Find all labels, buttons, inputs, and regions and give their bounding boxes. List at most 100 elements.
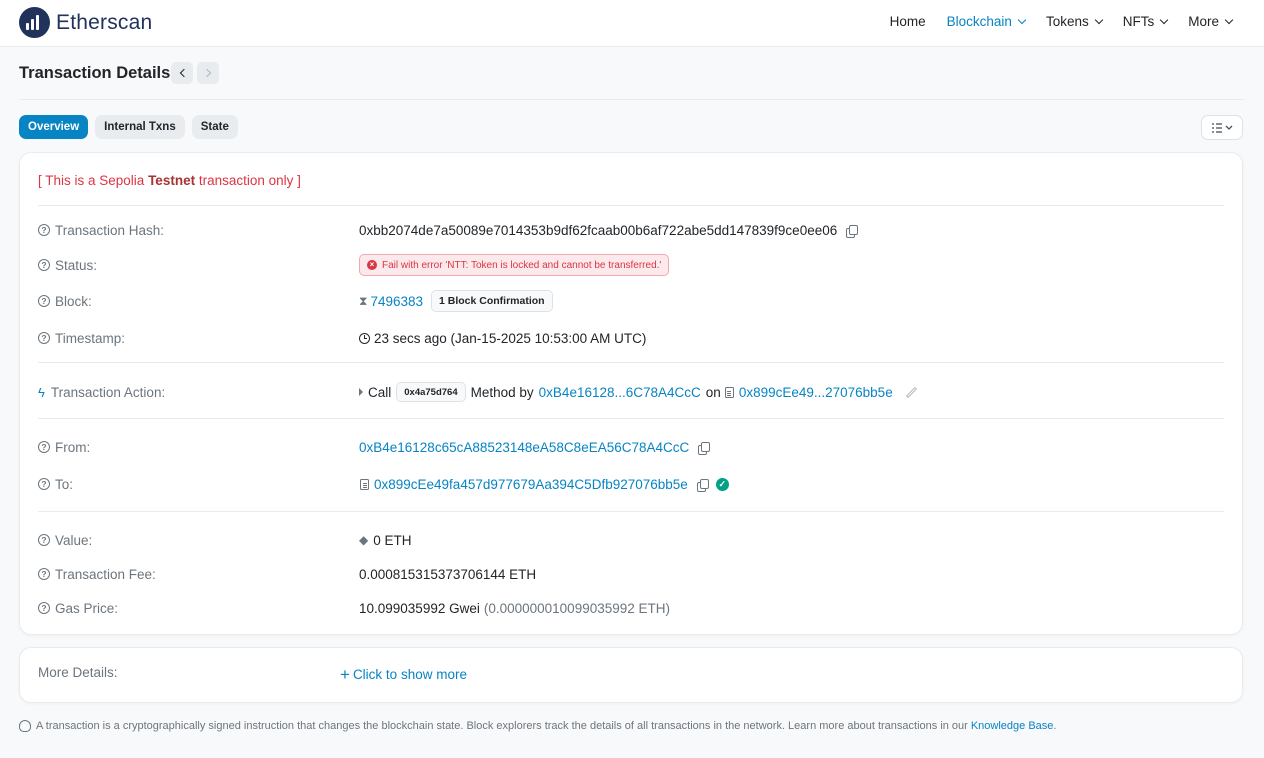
next-transaction-button[interactable] bbox=[197, 62, 219, 84]
row-block: ? Block: ⧗ 7496383 1 Block Confirmation bbox=[38, 290, 1224, 312]
more-details-card: More Details: + Click to show more bbox=[19, 647, 1243, 703]
nav-tokens[interactable]: Tokens bbox=[1045, 14, 1103, 29]
help-circle-icon[interactable]: ? bbox=[38, 224, 50, 236]
action-call-text: Call bbox=[368, 384, 392, 400]
show-more-label: Click to show more bbox=[352, 667, 467, 682]
knowledge-base-link[interactable]: Knowledge Base bbox=[971, 720, 1054, 732]
previous-transaction-button[interactable] bbox=[171, 62, 193, 84]
value-label: Value: bbox=[55, 532, 93, 548]
bolt-icon: ϟ bbox=[38, 384, 45, 400]
help-circle-icon[interactable]: ? bbox=[38, 534, 50, 546]
chevron-right-icon bbox=[202, 68, 211, 78]
footer-end: . bbox=[1053, 720, 1057, 732]
chevron-down-icon bbox=[1094, 15, 1103, 24]
help-circle-icon[interactable]: ? bbox=[38, 568, 50, 580]
transaction-fee-value: 0.000815315373706144 ETH bbox=[359, 566, 537, 582]
copy-icon[interactable] bbox=[846, 224, 859, 238]
help-circle-icon[interactable]: ? bbox=[38, 441, 50, 453]
testnet-notice: [ This is a Sepolia Testnet transaction … bbox=[38, 173, 301, 188]
row-to: ? To: 0x899cEe49fa457d977679Aa394C5Dfb927… bbox=[38, 473, 1224, 495]
chevron-down-icon bbox=[1159, 15, 1169, 24]
section-divider bbox=[38, 511, 1224, 512]
row-transaction-hash: ? Transaction Hash: 0xbb2074de7a50089e701… bbox=[38, 219, 1224, 241]
footer-note: A transaction is a cryptographically sig… bbox=[19, 720, 1056, 732]
status-label: Status: bbox=[55, 257, 98, 273]
more-details-label: More Details: bbox=[38, 665, 118, 680]
testnet-notice-prefix: [ This is a Sepolia bbox=[38, 173, 149, 188]
document-icon bbox=[724, 386, 734, 398]
copy-icon[interactable] bbox=[698, 441, 711, 455]
row-status: ? Status: × Fail with error 'NTT: Token is… bbox=[38, 254, 1224, 276]
nav-home[interactable]: Home bbox=[890, 14, 926, 29]
etherscan-logo[interactable]: Etherscan bbox=[19, 7, 152, 38]
section-divider bbox=[38, 205, 1224, 206]
from-address-link[interactable]: 0xB4e16128c65cA88523148eA58C8eEA56C78A4C… bbox=[359, 440, 689, 455]
copy-icon[interactable] bbox=[696, 478, 709, 492]
status-badge: × Fail with error 'NTT: Token is locked a… bbox=[359, 254, 670, 276]
row-from: ? From: 0xB4e16128c65cA88523148eA58C8eEA5… bbox=[38, 436, 1224, 458]
to-address-link[interactable]: 0x899cEe49fa457d977679Aa394C5Dfb927076bb… bbox=[374, 477, 688, 492]
main-nav: Home Blockchain Tokens NFTs More bbox=[869, 14, 1234, 29]
nav-tokens-label: Tokens bbox=[1045, 14, 1089, 29]
help-circle-icon[interactable]: ? bbox=[38, 295, 50, 307]
x-circle-icon: × bbox=[367, 260, 377, 270]
nav-home-label: Home bbox=[889, 14, 926, 29]
action-method-by-text: Method by bbox=[470, 384, 534, 400]
action-on-text: on bbox=[705, 384, 721, 400]
clock-icon bbox=[359, 332, 370, 344]
caret-right-icon[interactable] bbox=[359, 388, 363, 396]
gas-price-eth: (0.000000010099035992 ETH) bbox=[483, 600, 671, 616]
action-from-address-link[interactable]: 0xB4e16128...6C78A4CcC bbox=[539, 385, 701, 400]
help-circle-icon[interactable]: ? bbox=[38, 602, 50, 614]
nav-blockchain[interactable]: Blockchain bbox=[946, 14, 1027, 29]
gas-price-value: 10.099035992 Gwei bbox=[359, 600, 480, 616]
tab-internal-txns[interactable]: Internal Txns bbox=[95, 115, 185, 139]
nav-nfts-label: NFTs bbox=[1122, 14, 1155, 29]
transaction-hash-label: Transaction Hash: bbox=[55, 222, 165, 238]
help-circle-icon[interactable]: ? bbox=[38, 478, 50, 490]
check-circle-icon: ✓ bbox=[715, 477, 729, 491]
from-label: From: bbox=[55, 439, 91, 455]
row-transaction-fee: ? Transaction Fee: 0.000815315373706144 E… bbox=[38, 563, 1224, 585]
nav-nfts[interactable]: NFTs bbox=[1122, 14, 1169, 29]
detail-tabs: Overview Internal Txns State bbox=[19, 115, 245, 139]
tab-state[interactable]: State bbox=[191, 115, 238, 139]
section-divider bbox=[38, 418, 1224, 419]
testnet-notice-suffix: transaction only ] bbox=[195, 173, 301, 188]
eth-icon: ◆ bbox=[359, 533, 369, 547]
block-number-link[interactable]: 7496383 bbox=[370, 294, 423, 309]
transaction-action-label: Transaction Action: bbox=[50, 384, 166, 400]
view-options-button[interactable] bbox=[1201, 115, 1243, 140]
tab-overview[interactable]: Overview bbox=[19, 115, 89, 139]
row-timestamp: ? Timestamp: 23 secs ago (Jan-15-2025 10:… bbox=[38, 327, 1224, 349]
plus-icon: + bbox=[340, 665, 350, 684]
transaction-overview-card: [ This is a Sepolia Testnet transaction … bbox=[19, 152, 1243, 635]
nav-blockchain-label: Blockchain bbox=[946, 14, 1012, 29]
testnet-notice-strong: Testnet bbox=[148, 173, 196, 188]
help-circle-icon[interactable]: ? bbox=[38, 259, 50, 271]
section-divider bbox=[38, 362, 1224, 363]
brand-name: Etherscan bbox=[56, 10, 153, 34]
footer-text: A transaction is a cryptographically sig… bbox=[36, 720, 968, 732]
row-transaction-action: ϟ Transaction Action: Call 0x4a75d764 Met… bbox=[38, 381, 1224, 403]
transaction-hash-value: 0xbb2074de7a50089e7014353b9df62fcaab00b6… bbox=[359, 222, 838, 238]
value-amount: 0 ETH bbox=[373, 532, 412, 548]
top-navbar: Etherscan Home Blockchain Tokens NFTs Mo… bbox=[0, 0, 1264, 47]
nav-more-label: More bbox=[1188, 14, 1219, 29]
page-title: Transaction Details bbox=[19, 64, 171, 82]
lightbulb-icon bbox=[19, 720, 31, 732]
action-to-contract-link[interactable]: 0x899cEe49...27076bb5e bbox=[739, 385, 893, 400]
document-icon bbox=[360, 478, 369, 490]
show-more-button[interactable]: + Click to show more bbox=[340, 665, 467, 685]
transaction-fee-label: Transaction Fee: bbox=[55, 566, 156, 582]
to-label: To: bbox=[55, 476, 74, 492]
block-confirmation-badge: 1 Block Confirmation bbox=[431, 290, 553, 312]
chevron-left-icon bbox=[179, 68, 188, 78]
method-id-badge: 0x4a75d764 bbox=[396, 382, 466, 402]
nav-more[interactable]: More bbox=[1188, 14, 1234, 29]
chevron-down-icon bbox=[1017, 15, 1027, 24]
gas-price-label: Gas Price: bbox=[55, 600, 119, 616]
help-circle-icon[interactable]: ? bbox=[38, 332, 50, 344]
block-label: Block: bbox=[55, 293, 92, 309]
pencil-icon[interactable] bbox=[905, 386, 917, 398]
